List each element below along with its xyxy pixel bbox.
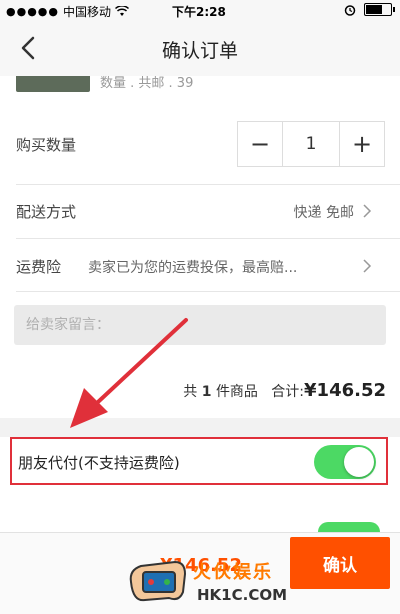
toggle-knob — [344, 447, 374, 477]
total-label: 合计: — [271, 384, 305, 400]
partial-toggle[interactable] — [318, 522, 380, 532]
watermark: 火伙娱乐 HK1C.COM — [125, 552, 295, 610]
status-right — [344, 3, 395, 16]
friend-pay-toggle[interactable] — [314, 445, 376, 479]
wifi-icon — [115, 6, 130, 16]
chevron-right-icon — [363, 259, 372, 273]
delivery-label: 配送方式 — [16, 203, 77, 221]
delivery-row[interactable]: 配送方式 快递 免邮 — [0, 185, 400, 237]
shipping-insurance-row[interactable]: 运费险 卖家已为您的运费投保，最高赔... — [0, 239, 400, 291]
seller-message-input[interactable] — [14, 305, 378, 345]
seller-message-box — [14, 305, 386, 345]
status-left: ●●●●● 中国移动 — [6, 3, 130, 20]
item-count: 1 — [201, 384, 212, 400]
status-time: 下午2:28 — [172, 5, 226, 19]
insurance-value: 卖家已为您的运费投保，最高赔... — [88, 260, 298, 276]
order-summary: 共 1 件商品 合计:¥146.52 — [183, 380, 386, 401]
delivery-value: 快递 免邮 — [293, 205, 354, 221]
chevron-right-icon — [363, 204, 372, 218]
watermark-site: HK1C.COM — [197, 586, 288, 604]
game-controller-logo-icon — [129, 560, 187, 602]
divider — [16, 291, 400, 292]
summary-suffix: 件商品 — [215, 384, 258, 400]
carrier-name: 中国移动 — [63, 5, 112, 19]
summary-prefix: 共 — [183, 384, 198, 400]
page-title: 确认订单 — [161, 40, 238, 62]
friend-pay-highlight: 朋友代付(不支持运费险) — [10, 437, 388, 485]
quantity-increase-button[interactable]: + — [340, 122, 384, 166]
navigation-bar: 确认订单 — [0, 22, 400, 77]
alarm-icon — [344, 4, 356, 16]
watermark-name: 火伙娱乐 — [193, 562, 273, 583]
insurance-label: 运费险 — [16, 258, 62, 276]
quantity-value[interactable]: 1 — [282, 122, 340, 166]
product-partial-text: 数量 . 共邮 . 39 — [100, 76, 194, 91]
signal-icon: ●●●●● — [6, 5, 59, 18]
status-bar: ●●●●● 中国移动 下午2:28 — [0, 0, 400, 22]
battery-icon — [364, 3, 395, 16]
product-thumbnail — [16, 76, 90, 92]
quantity-decrease-button[interactable]: − — [238, 122, 282, 166]
confirm-button[interactable]: 确认 — [290, 537, 390, 589]
quantity-label: 购买数量 — [16, 136, 77, 154]
friend-pay-label: 朋友代付(不支持运费险) — [18, 454, 180, 472]
quantity-stepper: − 1 + — [237, 121, 385, 167]
product-summary-partial: 数量 . 共邮 . 39 — [0, 76, 400, 94]
order-total: ¥146.52 — [304, 380, 386, 401]
